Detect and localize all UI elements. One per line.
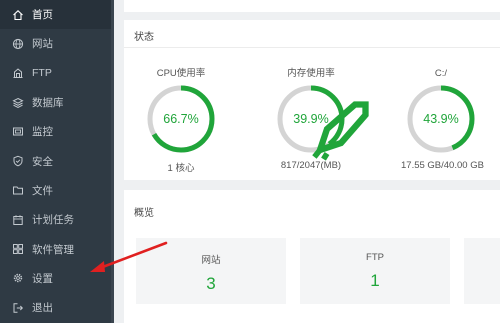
apps-icon [12,243,24,255]
sidebar-item-files[interactable]: 文件 [0,176,114,205]
divider [124,47,500,48]
overview-title: 概览 [134,208,154,219]
sidebar-item-cron[interactable]: 计划任务 [0,205,114,234]
overview-panel: 概览 网站 3 FTP 1 [124,190,500,323]
gauge-value: 66.7% [163,112,199,126]
sidebar-item-monitor[interactable]: 监控 [0,117,114,146]
sidebar-item-label: FTP [32,67,52,80]
sidebar-item-label: 安全 [32,155,53,168]
gauge-ring: 43.9% [406,84,476,154]
ftp-icon [12,67,24,79]
gauge-sub: 1 核心 [167,163,195,174]
monitor-icon [12,126,24,138]
gauge-value: 43.9% [423,112,459,126]
gauge-label: C:/ [434,68,448,79]
sidebar-item-label: 监控 [32,126,53,139]
top-panel [124,0,500,12]
shield-icon [12,155,24,167]
sidebar-item-label: 计划任务 [32,214,74,227]
cpu-gauge[interactable]: CPU使用率 66.7% 1 核心 [141,68,221,174]
sidebar-item-label: 设置 [32,272,53,285]
sidebar: 首页 网站 FTP 数据库 监控 安全 文件 计划任务 软件管理 设置 退出 [0,0,114,323]
gauge-label: CPU使用率 [156,68,206,79]
sidebar-item-software[interactable]: 软件管理 [0,234,114,263]
sidebar-item-label: 退出 [32,302,53,315]
card-label: 网站 [201,255,221,266]
overview-card-partial[interactable] [464,238,500,304]
globe-icon [12,38,24,50]
database-icon [12,97,24,109]
sidebar-item-ftp[interactable]: FTP [0,59,114,88]
disk-gauge[interactable]: C:/ 43.9% 17.55 GB/40.00 GB [401,68,484,171]
sidebar-item-settings[interactable]: 设置 [0,264,114,293]
website-count-card[interactable]: 网站 3 [136,238,286,304]
ftp-count-card[interactable]: FTP 1 [300,238,450,304]
gear-icon [12,272,24,284]
sidebar-item-home[interactable]: 首页 [0,0,114,30]
card-label: FTP [366,252,384,263]
main-content: 状态 CPU使用率 66.7% 1 核心 内存使用率 39.9% 817/204… [114,0,500,323]
gauge-label: 内存使用率 [287,68,335,79]
gauge-ring: 39.9% [276,84,369,161]
gauge-sub: 17.55 GB/40.00 GB [401,160,484,171]
sidebar-item-label: 首页 [32,9,53,22]
gauge-ring: 66.7% [146,84,216,154]
logout-icon [12,302,24,314]
status-panel: 状态 CPU使用率 66.7% 1 核心 内存使用率 39.9% 817/204… [124,20,500,180]
home-icon [12,9,24,21]
card-value: 1 [370,271,380,290]
sidebar-item-website[interactable]: 网站 [0,29,114,58]
sidebar-item-label: 文件 [32,184,53,197]
sidebar-item-logout[interactable]: 退出 [0,293,114,322]
folder-icon [12,184,24,196]
sidebar-item-label: 软件管理 [32,243,74,256]
gauge-value: 39.9% [293,112,329,126]
sidebar-item-label: 数据库 [32,97,64,110]
sidebar-item-database[interactable]: 数据库 [0,88,114,117]
card-value: 3 [206,274,216,293]
calendar-icon [12,214,24,226]
sidebar-item-security[interactable]: 安全 [0,146,114,175]
sidebar-item-label: 网站 [32,38,53,51]
status-title: 状态 [134,32,154,43]
memory-gauge[interactable]: 内存使用率 39.9% 817/2047(MB) [271,68,369,171]
